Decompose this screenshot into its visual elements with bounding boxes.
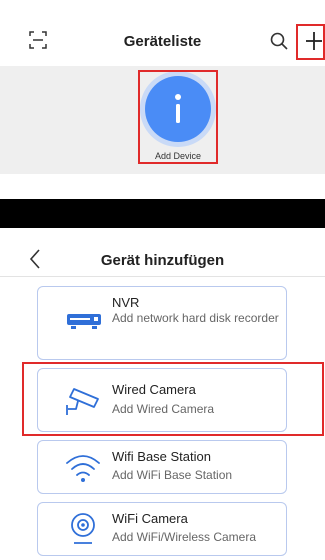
add-device-highlight (138, 70, 218, 164)
wired-camera-highlight (22, 362, 324, 436)
device-title: WiFi Camera (112, 511, 188, 526)
wifi-icon (66, 455, 100, 482)
device-option-wifi-base-station[interactable]: Wifi Base Station Add WiFi Base Station (37, 440, 287, 494)
device-subtitle: Add WiFi Base Station (112, 468, 233, 482)
add-device-title: Gerät hinzufügen (100, 252, 225, 269)
device-subtitle: Add WiFi/Wireless Camera (112, 530, 257, 544)
nvr-icon (67, 314, 101, 329)
device-title: NVR (112, 295, 140, 310)
wifi-camera-icon (71, 513, 95, 544)
add-button-highlight (296, 24, 325, 60)
device-title: Wifi Base Station (112, 449, 211, 464)
device-subtitle: Add network hard disk recorder (112, 311, 279, 325)
search-icon[interactable] (270, 32, 288, 50)
device-option-nvr[interactable]: NVR Add network hard disk recorder (37, 286, 287, 360)
screen-separator (0, 199, 325, 228)
header-divider (0, 276, 325, 277)
device-option-wifi-camera[interactable]: WiFi Camera Add WiFi/Wireless Camera (37, 502, 287, 556)
